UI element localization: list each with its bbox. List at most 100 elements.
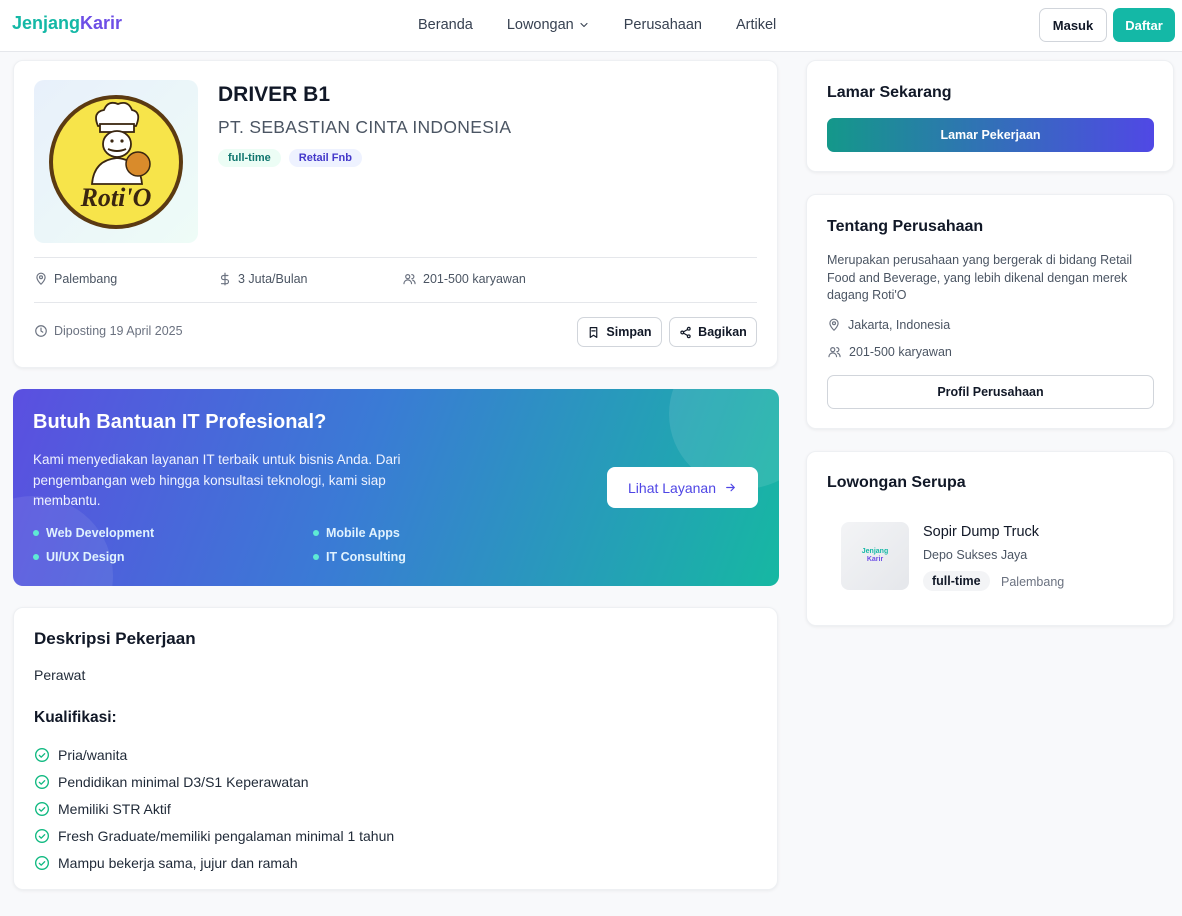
- logo-part-2: Karir: [80, 13, 123, 33]
- tag-industry: Retail Fnb: [288, 149, 362, 167]
- nav-link-artikel[interactable]: Artikel: [736, 17, 776, 33]
- users-icon: [403, 274, 416, 285]
- qualification-text: Fresh Graduate/memiliki pengalaman minim…: [58, 828, 395, 845]
- check-circle-icon: [35, 747, 49, 762]
- similar-heading: Lowongan Serupa: [827, 474, 966, 491]
- similar-jobs-card: Lowongan Serupa Jenjang Karir Sopir Dump…: [806, 451, 1174, 626]
- view-services-button[interactable]: Lihat Layanan: [607, 467, 758, 508]
- about-text: Merupakan perusahaan yang bergerak di bi…: [827, 253, 1133, 302]
- nav-link-perusahaan[interactable]: Perusahaan: [624, 17, 702, 33]
- job-location: Palembang: [34, 272, 117, 286]
- job-tags: full-time Retail Fnb: [218, 149, 362, 167]
- job-location-text: Palembang: [54, 272, 118, 286]
- company-size-text: 201-500 karyawan: [849, 345, 952, 359]
- divider: [34, 257, 757, 258]
- qualification-item: Pria/wanita: [34, 741, 394, 768]
- about-company-card: Tentang Perusahaan Merupakan perusahaan …: [806, 194, 1174, 429]
- map-pin-icon: [36, 272, 46, 285]
- chevron-down-icon: [580, 22, 588, 28]
- map-pin-icon: [829, 318, 839, 331]
- check-circle-icon: [35, 801, 49, 816]
- check-circle-icon: [35, 774, 49, 789]
- rotio-logo-image: Roti'O: [49, 94, 183, 229]
- description-heading: Deskripsi Pekerjaan: [34, 629, 196, 648]
- qualification-item: Pendidikan minimal D3/S1 Keperawatan: [34, 768, 394, 795]
- nav-link-lowongan-label: Lowongan: [506, 17, 574, 33]
- arrow-right-icon: [726, 483, 735, 492]
- qualification-item: Mampu bekerja sama, jujur dan ramah: [34, 850, 394, 877]
- similar-job-location: Palembang: [1001, 575, 1065, 589]
- job-header-card: Roti'O DRIVER B1 PT. SEBASTIAN CINTA IND…: [13, 60, 778, 368]
- qualification-text: Memiliki STR Aktif: [58, 800, 171, 817]
- check-circle-icon: [35, 856, 49, 871]
- it-services-banner: Butuh Bantuan IT Profesional? Kami menye…: [13, 389, 779, 586]
- nav-link-lowongan[interactable]: Lowongan: [507, 17, 590, 33]
- share-button[interactable]: Bagikan: [669, 317, 757, 347]
- qualification-heading: Kualifikasi:: [34, 709, 117, 726]
- share-icon: [680, 326, 691, 338]
- apply-job-button[interactable]: Lamar Pekerjaan: [827, 118, 1154, 152]
- similar-job-thumbnail: Jenjang Karir: [841, 522, 909, 590]
- divider: [34, 302, 757, 303]
- banner-title: Butuh Bantuan IT Profesional?: [33, 411, 327, 433]
- description-text: Perawat: [34, 667, 86, 683]
- share-button-label: Bagikan: [698, 325, 747, 339]
- service-label: Web Development: [46, 526, 155, 540]
- posted-date-text: Diposting 19 April 2025: [54, 324, 183, 338]
- company-name[interactable]: PT. SEBASTIAN CINTA INDONESIA: [218, 117, 511, 138]
- logo-text: Roti'O: [80, 183, 152, 212]
- job-salary: 3 Juta/Bulan: [218, 272, 308, 286]
- view-services-label: Lihat Layanan: [628, 479, 716, 496]
- save-button-label: Simpan: [606, 325, 652, 339]
- nav-links: Beranda Lowongan Perusahaan Artikel: [418, 17, 810, 33]
- check-circle-icon: [35, 829, 49, 844]
- qualification-list: Pria/wanita Pendidikan minimal D3/S1 Kep…: [34, 741, 394, 877]
- qualification-text: Mampu bekerja sama, jujur dan ramah: [58, 855, 298, 872]
- qualification-item: Memiliki STR Aktif: [34, 795, 394, 822]
- bullet-dot-icon: [313, 554, 319, 560]
- navbar: JenjangKarir Beranda Lowongan Perusahaan…: [0, 0, 1182, 52]
- service-item: UI/UX Design: [33, 550, 125, 564]
- bookmark-icon: [590, 326, 598, 338]
- job-company-size-text: 201-500 karyawan: [423, 272, 526, 286]
- bullet-dot-icon: [33, 554, 39, 560]
- company-location-text: Jakarta, Indonesia: [848, 318, 951, 332]
- qualification-text: Pria/wanita: [58, 746, 128, 763]
- similar-job-title[interactable]: Sopir Dump Truck: [923, 524, 1039, 540]
- job-salary-text: 3 Juta/Bulan: [238, 272, 308, 286]
- bullet-dot-icon: [33, 530, 39, 536]
- thumb-text: Karir: [866, 556, 884, 563]
- apply-card: Lamar Sekarang Lamar Pekerjaan: [806, 60, 1174, 172]
- login-button[interactable]: Masuk: [1039, 8, 1107, 42]
- similar-job-type: full-time: [923, 571, 990, 591]
- nav-link-beranda[interactable]: Beranda: [418, 17, 473, 33]
- job-description-card: Deskripsi Pekerjaan Perawat Kualifikasi:…: [13, 607, 778, 890]
- company-profile-button[interactable]: Profil Perusahaan: [827, 375, 1154, 409]
- posted-date: Diposting 19 April 2025: [34, 324, 183, 338]
- save-button[interactable]: Simpan: [577, 317, 662, 347]
- service-label: Mobile Apps: [326, 526, 400, 540]
- service-item: Mobile Apps: [313, 526, 400, 540]
- users-icon: [828, 347, 841, 358]
- service-label: UI/UX Design: [46, 550, 125, 564]
- qualification-text: Pendidikan minimal D3/S1 Keperawatan: [58, 773, 309, 790]
- job-title: DRIVER B1: [218, 83, 331, 106]
- service-label: IT Consulting: [326, 550, 406, 564]
- job-company-size: 201-500 karyawan: [402, 272, 526, 286]
- clock-icon: [35, 325, 47, 337]
- tag-job-type: full-time: [218, 149, 281, 167]
- similar-job-company: Depo Sukses Jaya: [923, 548, 1028, 562]
- site-logo[interactable]: JenjangKarir: [12, 13, 122, 34]
- company-location: Jakarta, Indonesia: [827, 318, 950, 332]
- banner-description: Kami menyediakan layanan IT terbaik untu…: [33, 452, 401, 508]
- thumb-text: Jenjang: [861, 548, 889, 555]
- service-item: IT Consulting: [313, 550, 406, 564]
- register-button[interactable]: Daftar: [1113, 8, 1175, 42]
- about-heading: Tentang Perusahaan: [827, 218, 984, 235]
- bullet-dot-icon: [313, 530, 319, 536]
- qualification-item: Fresh Graduate/memiliki pengalaman minim…: [34, 823, 394, 850]
- service-item: Web Development: [33, 526, 154, 540]
- company-size: 201-500 karyawan: [827, 345, 952, 359]
- logo-part-1: Jenjang: [12, 13, 81, 33]
- apply-heading: Lamar Sekarang: [827, 84, 952, 101]
